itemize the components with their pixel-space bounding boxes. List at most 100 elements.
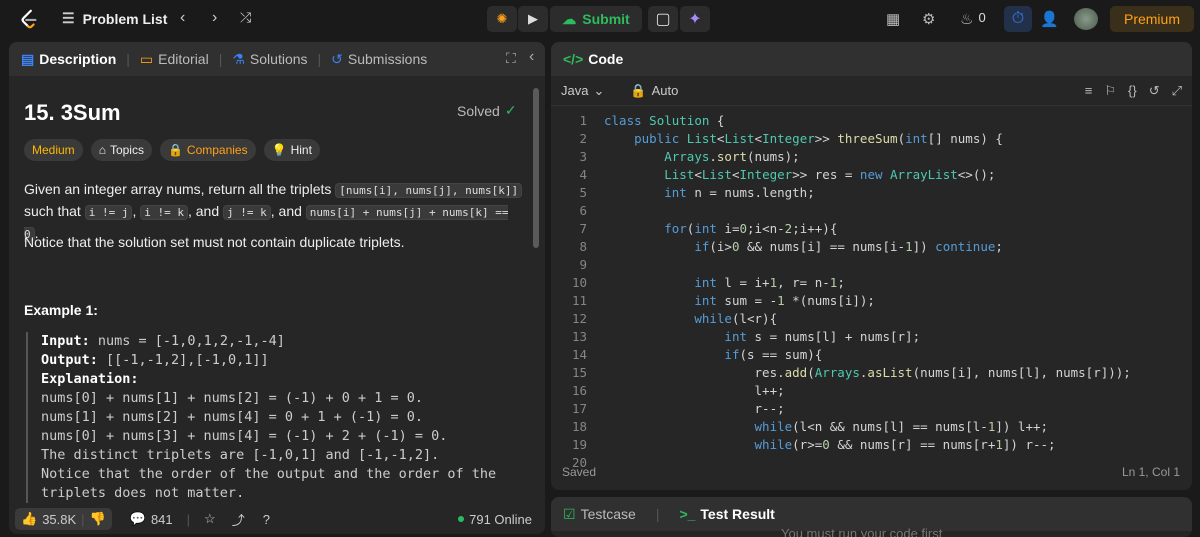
tab-test-result-label: Test Result <box>700 506 775 522</box>
next-problem-icon[interactable]: › <box>212 9 217 27</box>
tab-solutions-label: Solutions <box>249 51 308 67</box>
code-line: 7 for(int i=0;i<n-2;i++){ <box>579 221 838 236</box>
output-label: Output: <box>41 352 98 368</box>
timer-button[interactable]: ⏱ <box>1004 6 1032 32</box>
cloud-upload-icon: ☁ <box>562 10 577 27</box>
braces-icon[interactable]: {} <box>1128 83 1137 99</box>
prev-problem-icon[interactable]: ‹ <box>180 9 185 27</box>
bug-icon: ✺ <box>496 11 508 26</box>
explanation-line: nums[0] + nums[1] + nums[2] = (-1) + 0 +… <box>41 390 424 406</box>
avatar[interactable] <box>1074 8 1098 30</box>
desc-text: such that <box>24 203 85 219</box>
bookmark-icon[interactable]: ⚐ <box>1104 83 1116 99</box>
tab-divider: | <box>655 506 660 522</box>
premium-button[interactable]: Premium <box>1110 6 1194 32</box>
leetcode-logo-icon[interactable] <box>18 8 40 30</box>
format-icon[interactable]: ≡ <box>1085 83 1093 99</box>
code-editor[interactable]: 1 class Solution { 2 public List<List<Int… <box>551 112 1192 472</box>
testcase-panel: ☑ Testcase | >_ Test Result You must run… <box>551 497 1192 537</box>
hint-label: Hint <box>290 143 312 157</box>
auto-mode[interactable]: 🔒 Auto <box>630 83 678 99</box>
explanation-line: triplets does not matter. <box>41 485 245 501</box>
tab-divider: | <box>218 51 223 67</box>
tab-editorial[interactable]: ▭ Editorial <box>140 51 209 68</box>
tab-testcase[interactable]: ☑ Testcase <box>563 506 636 523</box>
tab-test-result[interactable]: >_ Test Result <box>679 506 774 522</box>
shuffle-icon[interactable]: ⤮ <box>240 9 251 26</box>
comments-button[interactable]: 💬 841 <box>130 511 173 527</box>
add-user-icon[interactable]: 👤 <box>1040 10 1059 28</box>
help-icon[interactable]: ? <box>263 512 270 527</box>
output-value: [[-1,-1,2],[-1,0,1]] <box>97 352 269 368</box>
stopwatch-icon: ⏱ <box>1011 10 1025 27</box>
difficulty-badge: Medium <box>24 139 83 161</box>
problem-list-button[interactable]: ☰ Problem List <box>62 10 167 27</box>
premium-label: Premium <box>1123 11 1180 27</box>
history-icon: ↺ <box>331 50 343 67</box>
hint-chip[interactable]: 💡 Hint <box>263 139 320 161</box>
code-line: 1 class Solution { <box>579 113 725 128</box>
description-footer: 👍 35.8K | 👎 💬 841 | ☆ ⤴ ? 791 Online <box>9 504 545 534</box>
code-panel: </> Code Java ⌄ 🔒 Auto ≡ ⚐ {} ↺ ⤢ 1 class… <box>551 42 1192 490</box>
solved-label: Solved <box>457 102 500 119</box>
save-status: Saved <box>562 465 597 479</box>
code-line: 20 <box>571 455 587 470</box>
tab-description[interactable]: ▤ Description <box>21 51 116 68</box>
inline-code: j != k <box>223 205 271 220</box>
streak-count: 0 <box>978 10 986 25</box>
collapse-icon[interactable]: ‹ <box>529 48 534 66</box>
tab-editorial-label: Editorial <box>158 51 209 67</box>
language-select[interactable]: Java ⌄ <box>561 83 604 99</box>
editor-actions: ≡ ⚐ {} ↺ ⤢ <box>1085 83 1182 99</box>
companies-label: Companies <box>186 143 248 157</box>
comments-count: 841 <box>150 511 173 527</box>
comment-icon: 💬 <box>129 511 146 526</box>
flask-icon: ⚗ <box>232 50 245 67</box>
description-scrollbar[interactable] <box>531 78 541 504</box>
tab-submissions[interactable]: ↺ Submissions <box>331 51 427 68</box>
code-line: 6 <box>579 203 587 218</box>
thumbs-up-icon: 👍 <box>21 511 38 526</box>
thumbs-down-icon[interactable]: 👎 <box>90 511 106 527</box>
code-line: 13 int s = nums[l] + nums[r]; <box>571 329 921 344</box>
code-line: 9 <box>579 257 587 272</box>
checkbox-icon: ☑ <box>563 505 576 522</box>
input-value: nums = [-1,0,1,2,-1,-4] <box>89 333 285 349</box>
description-tabs: ▤ Description | ▭ Editorial | ⚗ Solution… <box>9 42 545 76</box>
scrollbar-thumb[interactable] <box>533 88 539 248</box>
tab-solutions[interactable]: ⚗ Solutions <box>232 51 307 68</box>
star-icon[interactable]: ☆ <box>204 511 216 527</box>
notes-button[interactable]: ▢ <box>648 6 678 32</box>
companies-chip[interactable]: 🔒 Companies <box>159 139 256 161</box>
top-bar: ☰ Problem List ‹ › ⤮ ✺ ▶ ☁ Submit ▢ ✦ ▦ … <box>0 0 1200 38</box>
online-dot-icon <box>458 516 465 522</box>
tab-code[interactable]: </> Code <box>563 51 623 67</box>
book-icon: ▭ <box>139 50 154 67</box>
streak-counter[interactable]: ♨ 0 <box>960 10 986 28</box>
submit-button[interactable]: ☁ Submit <box>550 6 642 32</box>
code-line: 17 r--; <box>571 401 785 416</box>
flame-icon: ♨ <box>960 11 974 28</box>
problem-list-label: Problem List <box>82 10 168 27</box>
expand-icon[interactable]: ⛶ <box>506 50 516 67</box>
description-panel: ▤ Description | ▭ Editorial | ⚗ Solution… <box>9 42 545 534</box>
topics-chip[interactable]: ⌂ Topics <box>90 139 152 161</box>
code-line: 16 l++; <box>571 383 785 398</box>
layout-icon[interactable]: ▦ <box>886 10 900 28</box>
fullscreen-icon[interactable]: ⤢ <box>1172 83 1182 99</box>
run-button[interactable]: ▶ <box>518 6 548 32</box>
reset-icon[interactable]: ↺ <box>1149 83 1160 99</box>
lock-icon: 🔒 <box>630 82 647 98</box>
tab-testcase-label: Testcase <box>580 506 636 522</box>
lightbulb-icon: 💡 <box>271 143 287 157</box>
ai-button[interactable]: ✦ <box>680 6 710 32</box>
code-line: 10 int l = i+1, r= n-1; <box>571 275 845 290</box>
auto-label: Auto <box>651 82 679 98</box>
like-button[interactable]: 👍 35.8K | 👎 <box>15 508 112 530</box>
share-icon[interactable]: ⤴ <box>232 510 245 529</box>
debug-button[interactable]: ✺ <box>487 6 517 32</box>
gear-icon[interactable]: ⚙ <box>922 10 935 28</box>
example-block: Input: nums = [-1,0,1,2,-1,-4] Output: [… <box>26 332 531 503</box>
online-status: 791 Online <box>458 512 532 527</box>
desc-text: Given an integer array nums, return all … <box>24 181 336 197</box>
